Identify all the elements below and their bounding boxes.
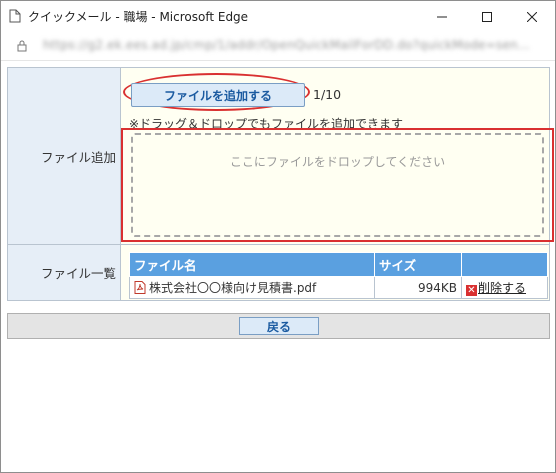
file-table-header: ファイル名 サイズ [129,252,548,277]
back-button[interactable]: 戻る [239,317,319,335]
url-text: https://g2.ek.ees.ad.jp/cmp/1/addr/OpenQ… [43,38,530,52]
dropzone-text: ここにファイルをドロップしてください [229,155,446,169]
attachment-form: ファイル追加 ファイルを追加する 1/10 ※ドラッグ＆ドロップでもファイルを追… [7,67,554,301]
address-bar[interactable]: https://g2.ek.ees.ad.jp/cmp/1/addr/OpenQ… [1,32,555,61]
table-row: 株式会社〇〇様向け見積書.pdf 994KB ✕ 削除する [129,276,548,299]
minimize-icon[interactable] [419,1,465,32]
window-title: クイックメール - 職場 - Microsoft Edge [28,10,249,24]
column-size: サイズ [374,252,462,277]
dropzone-highlight: ここにファイルをドロップしてください [121,128,554,242]
pdf-file-icon [134,281,146,294]
title-bar: クイックメール - 職場 - Microsoft Edge [1,1,555,32]
column-filename: ファイル名 [129,252,375,277]
file-table: ファイル名 サイズ 株式会社〇〇様向け見積書.pdf 994KB ✕ 削除する [129,252,548,299]
page-content: ファイル追加 ファイルを追加する 1/10 ※ドラッグ＆ドロップでもファイルを追… [1,61,555,472]
file-size: 994KB [374,276,462,299]
browser-window: クイックメール - 職場 - Microsoft Edge https://g2… [0,0,556,473]
file-count: 1/10 [313,87,342,102]
column-action [461,252,548,277]
dropzone[interactable]: ここにファイルをドロップしてください [131,133,544,237]
maximize-icon[interactable] [464,1,510,32]
lock-icon [17,40,27,52]
page-icon [9,9,21,23]
delete-icon[interactable]: ✕ [466,285,477,296]
delete-link[interactable]: 削除する [478,281,526,295]
close-icon[interactable] [509,1,555,32]
add-file-button[interactable]: ファイルを追加する [131,83,305,107]
delete-cell: ✕ 削除する [461,276,548,299]
file-name-cell: 株式会社〇〇様向け見積書.pdf [129,276,375,299]
file-name: 株式会社〇〇様向け見積書.pdf [149,281,317,295]
footer-bar: 戻る [7,313,550,339]
upload-row-label: ファイル追加 [7,67,121,245]
file-list-row-label: ファイル一覧 [7,244,121,301]
upload-cell: ファイルを追加する 1/10 ※ドラッグ＆ドロップでもファイルを追加できます こ… [120,67,554,245]
file-list-cell: ファイル名 サイズ 株式会社〇〇様向け見積書.pdf 994KB ✕ 削除する [120,244,550,301]
